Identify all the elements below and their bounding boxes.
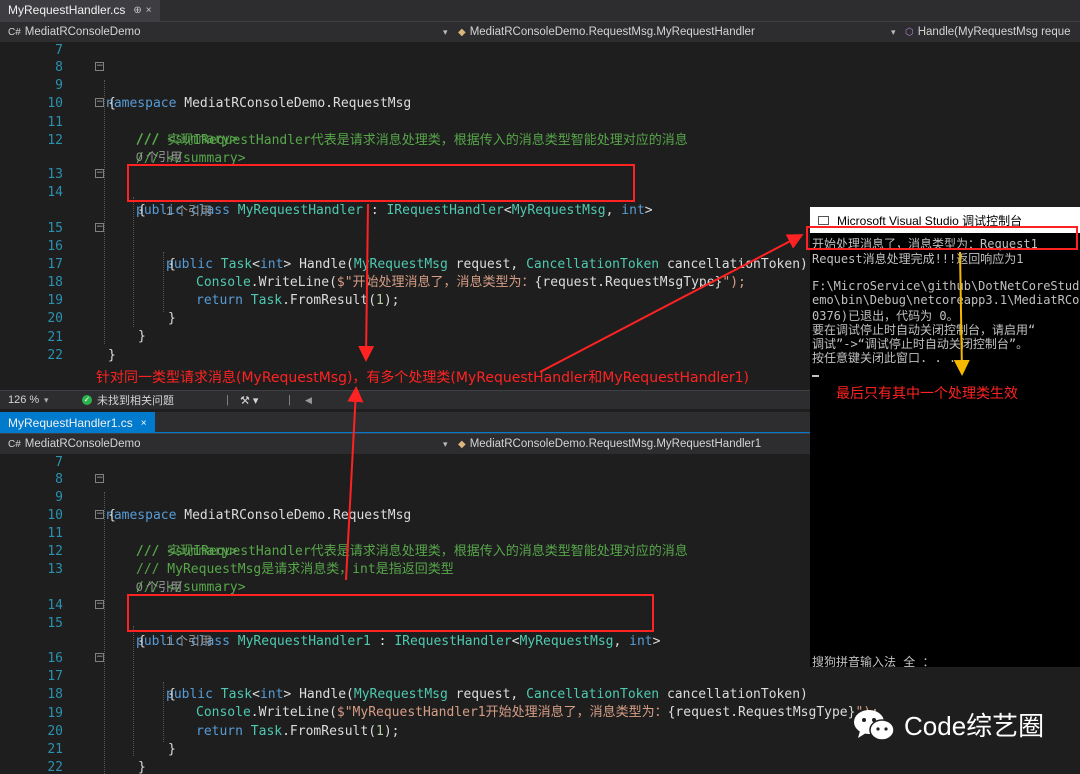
type-dropdown[interactable]: ◆ MediatRConsoleDemo.RequestMsg.MyReques… xyxy=(458,434,810,454)
watermark: Code综艺圈 xyxy=(852,706,1044,743)
chevron-down-icon[interactable]: ▾ xyxy=(44,391,49,409)
console-app-icon xyxy=(818,215,829,225)
line-number: 17 xyxy=(47,669,63,684)
type-dropdown[interactable]: ◆ MediatRConsoleDemo.RequestMsg.MyReques… xyxy=(458,22,888,42)
line-number: 15 xyxy=(47,616,63,631)
class-icon: ◆ xyxy=(458,26,466,38)
line-number: 20 xyxy=(47,311,63,326)
console-line: F:\MicroService\github\DotNetCoreStud xyxy=(812,279,1080,293)
collapse-icon[interactable]: − xyxy=(95,62,104,71)
annotation-right: 最后只有其中一个处理类生效 xyxy=(836,386,1018,402)
issues-indicator[interactable]: ✓ 未找到相关问题 xyxy=(82,391,174,409)
line-number: 11 xyxy=(47,526,63,541)
collapse-icon[interactable]: − xyxy=(95,653,104,662)
console-line: 按任意键关闭此窗口. . . xyxy=(812,351,957,365)
project-name: MediatRConsoleDemo xyxy=(24,26,141,38)
top-tab-bar: MyRequestHandler.cs ⊕ × xyxy=(0,0,1080,22)
project-dropdown[interactable]: C# MediatRConsoleDemo xyxy=(8,22,448,42)
collapse-icon[interactable]: − xyxy=(95,98,104,107)
tab-label: MyRequestHandler1.cs xyxy=(8,416,133,430)
chevron-down-icon[interactable]: ▾ xyxy=(891,22,896,42)
zoom-level[interactable]: 126 % xyxy=(8,391,39,409)
check-circle-icon: ✓ xyxy=(82,395,92,405)
collapse-icon[interactable]: − xyxy=(95,169,104,178)
line-number: 8 xyxy=(55,60,63,75)
line-number: 19 xyxy=(47,706,63,721)
ime-status: 搜狗拼音输入法 全 ： xyxy=(812,655,935,667)
collapse-icon[interactable]: − xyxy=(95,510,104,519)
highlight-box-top-class xyxy=(127,164,635,202)
line-number: 8 xyxy=(55,472,63,487)
line-number: 21 xyxy=(47,330,63,345)
console-line: emo\bin\Debug\netcoreapp3.1\MediatRCo xyxy=(812,293,1080,307)
scroll-left-icon[interactable]: ◀ xyxy=(305,391,312,409)
line-number: 18 xyxy=(47,687,63,702)
console-cursor xyxy=(812,375,819,377)
line-number: 10 xyxy=(47,508,63,523)
csharp-project-icon: C# xyxy=(8,438,21,450)
chevron-down-icon[interactable]: ▾ xyxy=(443,22,448,42)
csharp-project-icon: C# xyxy=(8,26,21,38)
codelens-references[interactable]: 1 个引用 xyxy=(166,202,212,220)
line-number: 21 xyxy=(47,742,63,757)
line-number: 15 xyxy=(47,221,63,236)
tab-label: MyRequestHandler.cs xyxy=(8,3,126,17)
watermark-text: Code综艺圈 xyxy=(904,711,1045,741)
line-number: 22 xyxy=(47,760,63,774)
wechat-icon xyxy=(854,709,895,741)
issues-text: 未找到相关问题 xyxy=(97,395,174,407)
chevron-down-icon[interactable]: ▾ xyxy=(443,434,448,454)
highlight-box-bottom-class xyxy=(127,594,654,632)
close-icon[interactable]: × xyxy=(141,418,147,429)
line-number: 14 xyxy=(47,598,63,613)
codelens-references[interactable]: 1 个引用 xyxy=(166,632,212,650)
line-number: 20 xyxy=(47,724,63,739)
line-number: 13 xyxy=(47,167,63,182)
line-number: 16 xyxy=(47,651,63,666)
close-icon[interactable]: × xyxy=(146,5,152,16)
type-name: MediatRConsoleDemo.RequestMsg.MyRequestH… xyxy=(469,26,755,38)
console-line: Request消息处理完成!!!返回响应为1 xyxy=(812,252,1024,266)
line-number: 16 xyxy=(47,239,63,254)
line-number: 9 xyxy=(55,490,63,505)
line-number: 11 xyxy=(47,115,63,130)
member-name: Handle(MyRequestMsg reque xyxy=(917,26,1071,38)
line-number: 10 xyxy=(47,96,63,111)
line-number: 12 xyxy=(47,544,63,559)
line-number: 7 xyxy=(55,43,63,58)
line-number: 17 xyxy=(47,257,63,272)
collapse-icon[interactable]: − xyxy=(95,474,104,483)
tab-myrequesthandler1[interactable]: MyRequestHandler1.cs × xyxy=(0,412,155,434)
line-number: 14 xyxy=(47,185,63,200)
line-number: 13 xyxy=(47,562,63,577)
line-number: 22 xyxy=(47,348,63,363)
collapse-icon[interactable]: − xyxy=(95,223,104,232)
brush-icon[interactable]: ⚒ ▾ xyxy=(240,391,258,409)
pin-icon[interactable]: ⊕ xyxy=(133,5,141,16)
project-dropdown[interactable]: C# MediatRConsoleDemo xyxy=(8,434,448,454)
annotation-middle: 针对同一类型请求消息(MyRequestMsg)，有多个处理类(MyReques… xyxy=(96,370,749,386)
top-navigation-bar: C# MediatRConsoleDemo ▾ ◆ MediatRConsole… xyxy=(0,21,1080,43)
highlight-box-console-output xyxy=(806,226,1078,250)
line-number: 7 xyxy=(55,455,63,470)
type-name: MediatRConsoleDemo.RequestMsg.MyRequestH… xyxy=(469,438,762,450)
line-number: 19 xyxy=(47,293,63,308)
collapse-icon[interactable]: − xyxy=(95,600,104,609)
tab-myrequesthandler[interactable]: MyRequestHandler.cs ⊕ × xyxy=(0,0,160,22)
member-dropdown[interactable]: ⬡ Handle(MyRequestMsg reque xyxy=(905,22,1080,42)
separator: | xyxy=(226,394,229,406)
line-number: 18 xyxy=(47,275,63,290)
editor-status-bar: 126 % ▾ ✓ 未找到相关问题 | ⚒ ▾ | ◀ xyxy=(0,390,812,409)
method-icon: ⬡ xyxy=(905,26,914,38)
debug-console-window[interactable]: Microsoft Visual Studio 调试控制台 开始处理消息了，消息… xyxy=(810,207,1080,667)
project-name: MediatRConsoleDemo xyxy=(24,438,141,450)
line-number: 9 xyxy=(55,78,63,93)
class-icon: ◆ xyxy=(458,438,466,450)
separator: | xyxy=(288,394,291,406)
